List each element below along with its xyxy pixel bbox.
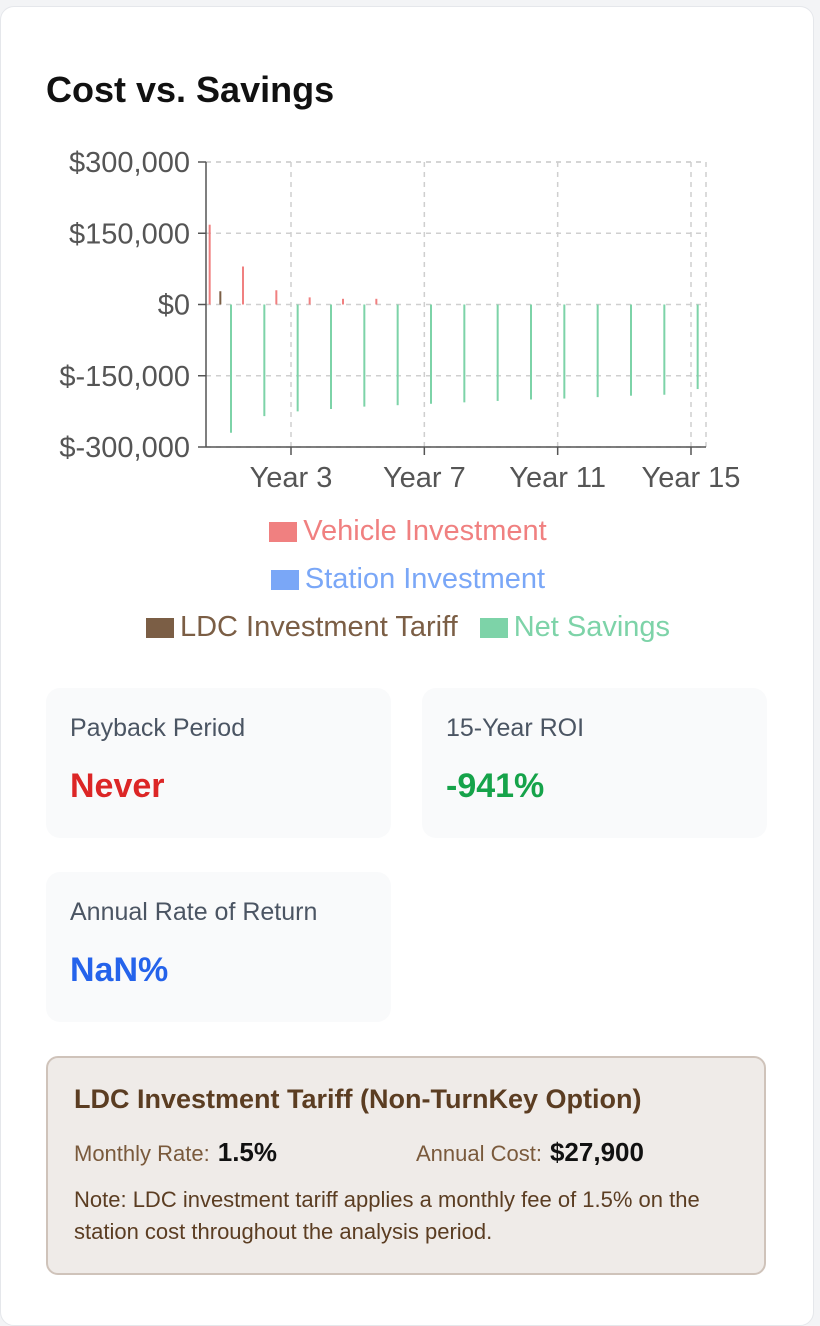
x-tick-label: Year 15	[642, 462, 741, 494]
payback-period-label: Payback Period	[70, 714, 246, 742]
bar-net-savings	[496, 304, 499, 401]
legend-label-net: Net Savings	[513, 611, 671, 643]
annual-return-stat: Annual Rate of Return NaN%	[46, 872, 391, 1022]
annual-return-value: NaN%	[70, 951, 169, 989]
y-tick-label: $0	[158, 290, 190, 322]
bar-net-savings	[396, 304, 399, 406]
legend-row-3: LDC Investment Tariff Net Savings	[1, 611, 815, 644]
cost-savings-card: Cost vs. Savings $300,000 $150,000 $0 $-150…	[0, 6, 814, 1326]
bar-net-savings	[630, 304, 632, 396]
ldc-heading: LDC Investment Tariff (Non-TurnKey Optio…	[74, 1084, 642, 1114]
ldc-tariff-panel: LDC Investment Tariff (Non-TurnKey Optio…	[46, 1056, 766, 1275]
roi-value: -941%	[446, 767, 545, 805]
bar-vehicle-investment	[308, 297, 311, 305]
card-title: Cost vs. Savings	[46, 69, 335, 110]
monthly-rate-label: Monthly Rate:	[74, 1141, 210, 1166]
legend-label-ldc: LDC Investment Tariff	[179, 611, 458, 643]
bar-net-savings	[263, 304, 266, 417]
legend-row-1: Vehicle Investment	[1, 515, 815, 548]
ldc-note: Note: LDC investment tariff applies a mo…	[74, 1187, 700, 1244]
cost-savings-chart: $300,000 $150,000 $0 $-150,000 $-300,000 Year…	[59, 147, 741, 494]
bar-net-savings	[296, 304, 299, 412]
legend-net-savings[interactable]: Net Savings	[479, 611, 671, 644]
legend-swatch-vehicle	[269, 521, 298, 542]
bar-net-savings	[463, 304, 466, 403]
bar-net-savings	[563, 304, 566, 399]
legend-swatch-net	[479, 617, 508, 638]
payback-period-stat: Payback Period Never	[46, 688, 391, 838]
bar-net-savings	[696, 304, 699, 390]
bar-vehicle-investment	[208, 224, 211, 305]
y-tick-label: $150,000	[69, 218, 190, 250]
monthly-rate: Monthly Rate: 1.5%	[74, 1137, 416, 1168]
legend-row-2: Station Investment	[1, 563, 815, 596]
payback-period-value: Never	[70, 767, 165, 805]
annual-return-label: Annual Rate of Return	[70, 898, 318, 926]
legend-label-vehicle: Vehicle Investment	[303, 515, 547, 547]
annual-cost-label: Annual Cost:	[416, 1141, 542, 1166]
legend-station-investment[interactable]: Station Investment	[270, 563, 546, 596]
bar-vehicle-investment	[375, 298, 378, 305]
legend-ldc-tariff[interactable]: LDC Investment Tariff	[145, 611, 458, 644]
roi-label: 15-Year ROI	[446, 714, 585, 742]
bar-net-savings	[363, 304, 366, 407]
legend-swatch-station	[270, 569, 299, 590]
x-tick-label: Year 7	[383, 462, 466, 494]
bar-net-savings	[430, 304, 432, 404]
bar-net-savings	[530, 304, 532, 400]
x-tick-label: Year 3	[250, 462, 333, 494]
x-tick-label: Year 11	[509, 462, 606, 494]
annual-cost-value: $27,900	[549, 1137, 644, 1167]
y-tick-label: $300,000	[69, 147, 190, 179]
legend-label-station: Station Investment	[304, 563, 546, 595]
bar-net-savings	[230, 304, 232, 433]
annual-cost: Annual Cost: $27,900	[416, 1137, 644, 1168]
legend-vehicle-investment[interactable]: Vehicle Investment	[269, 515, 547, 548]
y-tick-label: $-150,000	[59, 361, 190, 393]
monthly-rate-value: 1.5%	[217, 1137, 277, 1167]
bar-vehicle-investment	[242, 266, 244, 305]
bar-vehicle-investment	[342, 298, 344, 305]
bar-net-savings	[663, 304, 666, 395]
bar-net-savings	[596, 304, 599, 398]
bar-ldc-investment-tariff	[219, 291, 222, 305]
bar-net-savings	[330, 304, 332, 409]
ldc-rates-row: Monthly Rate: 1.5% Annual Cost: $27,900	[74, 1137, 738, 1168]
y-tick-label: $-300,000	[59, 432, 190, 464]
legend-swatch-ldc	[145, 617, 174, 638]
roi-stat: 15-Year ROI -941%	[422, 688, 767, 838]
bar-vehicle-investment	[275, 290, 278, 305]
